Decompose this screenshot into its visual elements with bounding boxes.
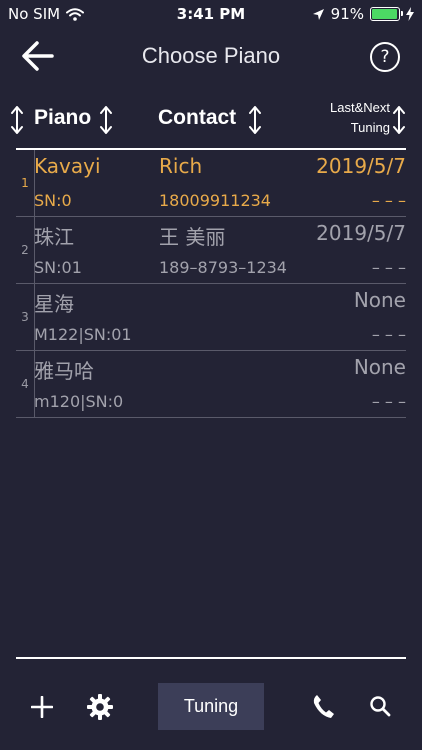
column-last-next-label[interactable]: Last&Next Tuning: [330, 98, 390, 138]
piano-serial: m120|SN:0: [34, 392, 124, 411]
row-index: 4: [16, 351, 35, 417]
search-icon[interactable]: [369, 695, 391, 717]
piano-name: Kavayi: [34, 154, 101, 178]
battery-icon: [370, 7, 403, 21]
piano-name: 雅马哈: [34, 359, 94, 383]
column-contact-label[interactable]: Contact: [158, 106, 236, 130]
last-tuning-date: 2019/5/7: [316, 221, 406, 245]
page-title: Choose Piano: [141, 43, 281, 68]
next-tuning-date: – – –: [371, 325, 406, 344]
gear-icon[interactable]: [86, 693, 114, 721]
piano-row[interactable]: 2 珠江 SN:01 王 美丽 189–8793–1234 2019/5/7 –…: [16, 217, 406, 284]
piano-name: 星海: [34, 292, 74, 316]
piano-serial: SN:01: [34, 258, 82, 277]
row-index: 3: [16, 284, 35, 350]
column-last-next-line2: Tuning: [350, 120, 390, 135]
help-icon: ?: [380, 47, 390, 67]
tuning-button[interactable]: Tuning: [158, 683, 264, 730]
contact-name: 王 美丽: [159, 225, 226, 249]
navigation-bar: Choose Piano ?: [0, 28, 422, 84]
last-tuning-date: None: [353, 355, 406, 379]
sort-tuning-icon[interactable]: [392, 105, 406, 135]
piano-row[interactable]: 3 星海 M122|SN:01 None – – –: [16, 284, 406, 351]
phone-icon[interactable]: [311, 693, 335, 719]
sort-piano-icon[interactable]: [99, 105, 113, 135]
piano-name: 珠江: [34, 225, 74, 249]
contact-phone: 189–8793–1234: [159, 258, 287, 277]
row-index: 1: [16, 150, 35, 216]
contact-name: Rich: [159, 154, 203, 178]
contact-phone: 18009911234: [159, 191, 271, 210]
next-tuning-date: – – –: [371, 392, 406, 411]
next-tuning-date: – – –: [371, 191, 406, 210]
piano-row[interactable]: 4 雅马哈 m120|SN:0 None – – –: [16, 351, 406, 418]
sort-contact-icon[interactable]: [248, 105, 262, 135]
piano-serial: M122|SN:01: [34, 325, 132, 344]
status-bar: No SIM 3:41 PM 91%: [0, 0, 422, 28]
location-arrow-icon: [312, 8, 324, 20]
column-last-next-line1: Last&Next: [330, 100, 390, 115]
charging-bolt-icon: [406, 7, 414, 21]
battery-percent: 91%: [330, 5, 364, 23]
next-tuning-date: – – –: [371, 258, 406, 277]
piano-serial: SN:0: [34, 191, 72, 210]
row-index: 2: [16, 217, 35, 283]
piano-row[interactable]: 1 Kavayi SN:0 Rich 18009911234 2019/5/7 …: [16, 150, 406, 217]
last-tuning-date: None: [353, 288, 406, 312]
status-right-group: 91%: [312, 5, 414, 23]
bottom-toolbar: Tuning: [0, 659, 422, 750]
column-header: Piano Contact Last&Next Tuning: [0, 98, 422, 148]
add-icon[interactable]: [31, 696, 53, 718]
help-button[interactable]: ?: [370, 42, 400, 72]
piano-list: 1 Kavayi SN:0 Rich 18009911234 2019/5/7 …: [16, 150, 406, 418]
last-tuning-date: 2019/5/7: [316, 154, 406, 178]
column-piano-label[interactable]: Piano: [34, 106, 91, 130]
sort-index-icon[interactable]: [10, 105, 24, 135]
